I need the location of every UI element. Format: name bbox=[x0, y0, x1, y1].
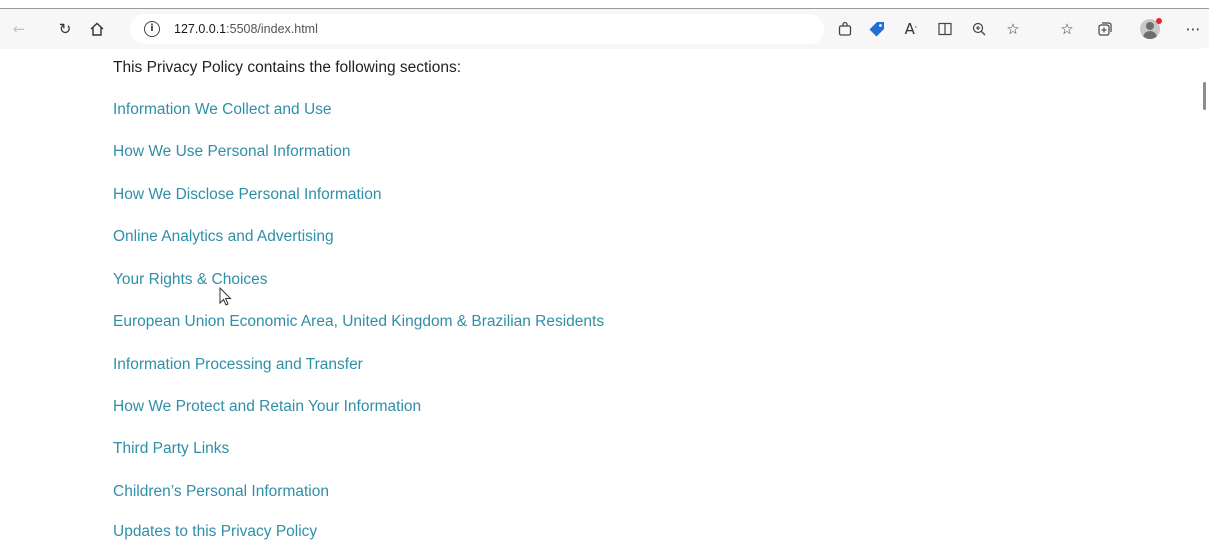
vertical-scrollbar[interactable] bbox=[1200, 48, 1209, 530]
url-host: 127.0.0.1 bbox=[174, 22, 227, 36]
section-link-use-personal-information[interactable]: How We Use Personal Information bbox=[113, 143, 350, 160]
browser-toolbar: ← ↻ i 127.0.0.1:5508/index.html Aʾ ☆ ☆ ⋯ bbox=[0, 8, 1209, 49]
back-arrow-icon[interactable]: ← bbox=[6, 16, 32, 42]
url-path: :5508/index.html bbox=[226, 22, 318, 36]
favorite-add-icon[interactable]: ☆ bbox=[1000, 16, 1026, 42]
section-link-online-analytics[interactable]: Online Analytics and Advertising bbox=[113, 228, 334, 245]
immersive-reader-icon[interactable] bbox=[932, 16, 958, 42]
section-link-protect-retain[interactable]: How We Protect and Retain Your Informati… bbox=[113, 398, 421, 415]
scrollbar-thumb[interactable] bbox=[1203, 82, 1206, 110]
section-link-eu-uk-brazil[interactable]: European Union Economic Area, United Kin… bbox=[113, 313, 604, 330]
section-link-rights-choices[interactable]: Your Rights & Choices bbox=[113, 271, 268, 288]
section-link-children[interactable]: Children’s Personal Information bbox=[113, 483, 329, 500]
section-link-disclose-personal-information[interactable]: How We Disclose Personal Information bbox=[113, 186, 382, 203]
section-link-processing-transfer[interactable]: Information Processing and Transfer bbox=[113, 356, 363, 373]
favorites-icon[interactable]: ☆ bbox=[1054, 16, 1080, 42]
privacy-policy-content: This Privacy Policy contains the followi… bbox=[113, 59, 1183, 540]
refresh-icon[interactable]: ↻ bbox=[52, 16, 78, 42]
shopping-bag-icon[interactable] bbox=[832, 16, 858, 42]
notification-dot bbox=[1156, 18, 1162, 24]
section-link-third-party[interactable]: Third Party Links bbox=[113, 440, 229, 457]
more-icon[interactable]: ⋯ bbox=[1180, 16, 1206, 42]
zoom-icon[interactable] bbox=[966, 16, 992, 42]
collections-icon[interactable] bbox=[1092, 16, 1118, 42]
home-icon[interactable] bbox=[84, 16, 110, 42]
mouse-cursor-icon bbox=[219, 287, 232, 306]
section-link-information-collect[interactable]: Information We Collect and Use bbox=[113, 101, 332, 118]
address-bar[interactable]: i 127.0.0.1:5508/index.html bbox=[130, 14, 824, 44]
section-link-updates[interactable]: Updates to this Privacy Policy bbox=[113, 523, 317, 540]
tag-icon[interactable] bbox=[864, 16, 890, 42]
site-info-icon[interactable]: i bbox=[144, 21, 160, 37]
read-aloud-icon[interactable]: Aʾ bbox=[898, 16, 924, 42]
sections-intro: This Privacy Policy contains the followi… bbox=[113, 59, 462, 76]
